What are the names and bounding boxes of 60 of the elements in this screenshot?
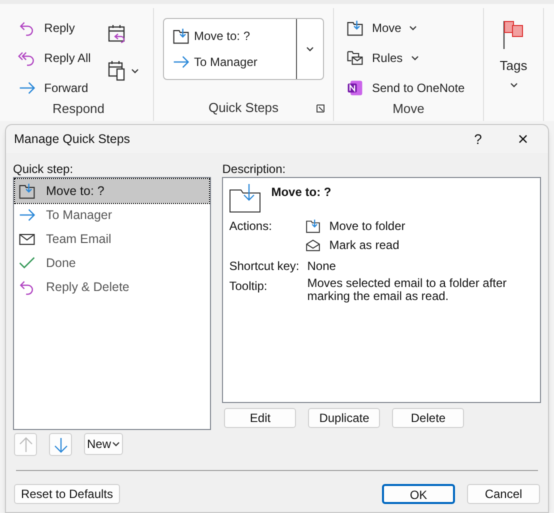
dialog-launcher-icon[interactable] (316, 104, 325, 113)
ribbon-button[interactable]: Move (346, 16, 465, 39)
quick-step-item[interactable]: Done (15, 251, 210, 275)
folder-arrow-icon (305, 218, 322, 234)
chevron-down-icon (510, 82, 518, 88)
step-title: Move to: ? (271, 184, 332, 201)
folder-arrow-icon (172, 27, 190, 45)
right-arrow-icon (18, 206, 36, 224)
tooltip-label: Tooltip: (229, 278, 268, 295)
down-arrow-icon (54, 436, 68, 452)
tags-button[interactable]: Tags (500, 20, 528, 88)
actions-label: Actions: (229, 218, 273, 235)
ribbon-button[interactable]: Reply (18, 16, 91, 39)
chevron-down-icon (306, 46, 314, 52)
folder-arrow-icon (18, 182, 36, 200)
quick-step-item[interactable]: Team Email (15, 227, 210, 251)
quick-step-item[interactable]: Reply & Delete (15, 275, 210, 299)
reset-button[interactable]: Reset to Defaults (14, 484, 120, 504)
ribbon-button[interactable]: Forward (18, 76, 91, 99)
action-button[interactable]: Duplicate (308, 408, 380, 428)
close-button[interactable]: × (498, 126, 548, 152)
chevron-down-icon (410, 54, 419, 60)
calendar-reply-icon[interactable] (106, 24, 127, 44)
up-arrow-icon (18, 436, 32, 452)
chevron-down-icon (130, 68, 139, 74)
quick-step-button[interactable]: To Manager (172, 53, 296, 71)
shortcut-value: None (307, 258, 336, 275)
dialog-title: Manage Quick Steps (14, 130, 132, 148)
action-button[interactable]: Edit (224, 408, 296, 428)
ribbon-button[interactable]: Reply All (18, 46, 91, 69)
ok-button[interactable]: OK (382, 484, 455, 504)
help-button[interactable]: ? (458, 128, 498, 150)
action-text: Move to folder (329, 218, 406, 235)
group-label: Quick Steps (208, 98, 279, 117)
notebook-icon (346, 78, 364, 96)
folder-mail-icon (346, 48, 364, 66)
right-arrow-icon (172, 53, 190, 71)
tooltip-text: Moves selected email to a folder after marking the email as read. (307, 277, 508, 303)
flag-icon (502, 20, 526, 50)
ribbon-button[interactable]: Rules (346, 46, 465, 69)
group-label: Move (392, 100, 424, 118)
description-label: Description: (222, 162, 287, 176)
group-label: Respond (52, 100, 105, 118)
calendar-phone-icon[interactable] (106, 60, 127, 82)
open-envelope-icon (305, 237, 322, 253)
action-text: Mark as read (329, 237, 400, 254)
folder-arrow-icon (229, 183, 262, 213)
chevron-down-icon (409, 24, 418, 30)
ribbon-button[interactable]: Send to OneNote (346, 76, 465, 99)
quick-step-item[interactable]: To Manager (15, 203, 210, 227)
cancel-button[interactable]: Cancel (467, 484, 540, 504)
folder-arrow-icon (346, 18, 364, 36)
list-label: Quick step: (13, 162, 74, 176)
new-button[interactable]: New (84, 433, 124, 455)
quick-step-button[interactable]: Move to: ? (172, 27, 296, 45)
shortcut-label: Shortcut key: (229, 258, 300, 275)
action-button[interactable]: Delete (392, 408, 464, 428)
chevron-down-icon (112, 441, 120, 447)
move-down-button[interactable] (49, 433, 72, 456)
quick-step-item[interactable]: Move to: ? (15, 179, 210, 203)
